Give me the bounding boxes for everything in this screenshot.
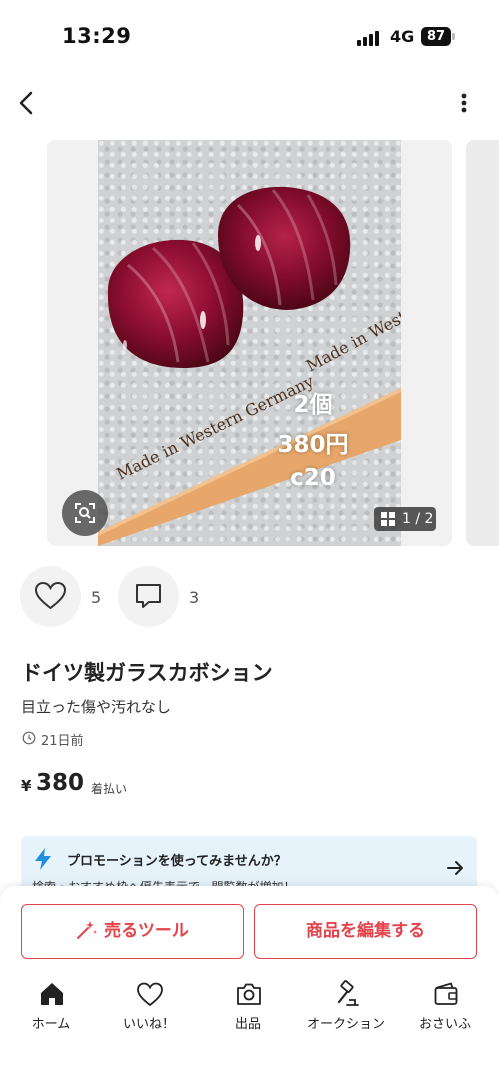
carousel-slide[interactable]: Made in Western GermanyMade in Western G… — [47, 140, 452, 546]
camera-icon — [237, 983, 261, 1005]
home-icon — [41, 983, 63, 1005]
product-photo: Made in Western GermanyMade in Western G… — [98, 140, 401, 546]
posted-time-text: 21日前 — [41, 734, 84, 749]
tab-likes-label: いいね！ — [122, 1017, 175, 1032]
tab-home[interactable]: ホーム — [6, 980, 96, 1040]
photo-overlay-quantity: 2個 — [293, 392, 333, 418]
battery-icon: 87 — [421, 27, 451, 46]
signal-icon — [357, 30, 383, 46]
shipping-type: 着払い — [91, 782, 128, 796]
like-count: 5 — [91, 588, 102, 607]
more-button[interactable] — [452, 88, 476, 118]
page-indicator: 1 / 2 — [374, 507, 436, 531]
status-bar: 13:29 4G 87 — [0, 0, 499, 70]
image-search-button[interactable] — [62, 490, 108, 536]
tab-home-label: ホーム — [31, 1017, 71, 1032]
wallet-icon — [434, 982, 458, 1005]
comment-button[interactable] — [118, 566, 179, 627]
sell-tool-button[interactable]: 売るツール — [21, 904, 244, 959]
photo-overlay-price: 380円 — [277, 432, 349, 458]
magic-wand-icon — [77, 921, 98, 939]
nav-bar — [0, 80, 499, 124]
battery-tip — [452, 33, 455, 40]
comment-count: 3 — [189, 588, 200, 607]
image-carousel[interactable]: Made in Western GermanyMade in Western G… — [0, 140, 499, 547]
tab-auction[interactable]: オークション — [301, 980, 391, 1040]
tab-wallet[interactable]: おさいふ — [400, 980, 490, 1040]
tab-sell[interactable]: 出品 — [203, 980, 293, 1040]
product-title: ドイツ製ガラスカボション — [21, 661, 273, 685]
clock-icon — [22, 731, 36, 745]
price-row: ¥ 380 着払い — [21, 770, 221, 802]
heart-icon — [34, 581, 67, 610]
more-vertical-icon — [461, 93, 467, 113]
sell-tool-label: 売るツール — [104, 921, 189, 941]
edit-item-button[interactable]: 商品を編集する — [254, 904, 477, 959]
tab-likes[interactable]: いいね！ — [104, 980, 194, 1040]
page-indicator-text: 1 / 2 — [402, 511, 434, 527]
tab-wallet-label: おさいふ — [418, 1017, 471, 1032]
currency-symbol: ¥ — [21, 777, 32, 795]
network-label: 4G — [390, 27, 415, 46]
promotion-title: プロモーションを使ってみませんか？ — [67, 854, 287, 869]
price: 380 — [36, 770, 85, 796]
grid-icon — [381, 512, 395, 526]
carousel-next-slide[interactable] — [466, 140, 499, 546]
scan-icon — [75, 503, 95, 523]
gavel-icon — [337, 980, 359, 1006]
promotion-banner[interactable]: プロモーションを使ってみませんか？ 検索・おすすめ枠へ優先表示で、閲覧数が増加！ — [21, 836, 477, 892]
back-button[interactable] — [12, 88, 42, 118]
photo-overlay-code: c20 — [290, 465, 336, 491]
comment-icon — [136, 584, 161, 608]
lightning-icon — [35, 848, 51, 870]
tab-auction-label: オークション — [306, 1017, 385, 1032]
heart-icon — [137, 982, 163, 1007]
edit-item-label: 商品を編集する — [306, 921, 425, 941]
bottom-tab-bar: ホーム いいね！ 出品 オークション おさいふ — [0, 980, 499, 1040]
status-time: 13:29 — [62, 24, 132, 48]
arrow-right-icon — [447, 861, 463, 875]
chevron-left-icon — [19, 91, 33, 115]
engagement-row: 5 3 — [0, 566, 499, 630]
like-button[interactable] — [20, 566, 81, 627]
product-condition: 目立った傷や汚れなし — [21, 698, 172, 716]
tab-sell-label: 出品 — [234, 1017, 261, 1032]
